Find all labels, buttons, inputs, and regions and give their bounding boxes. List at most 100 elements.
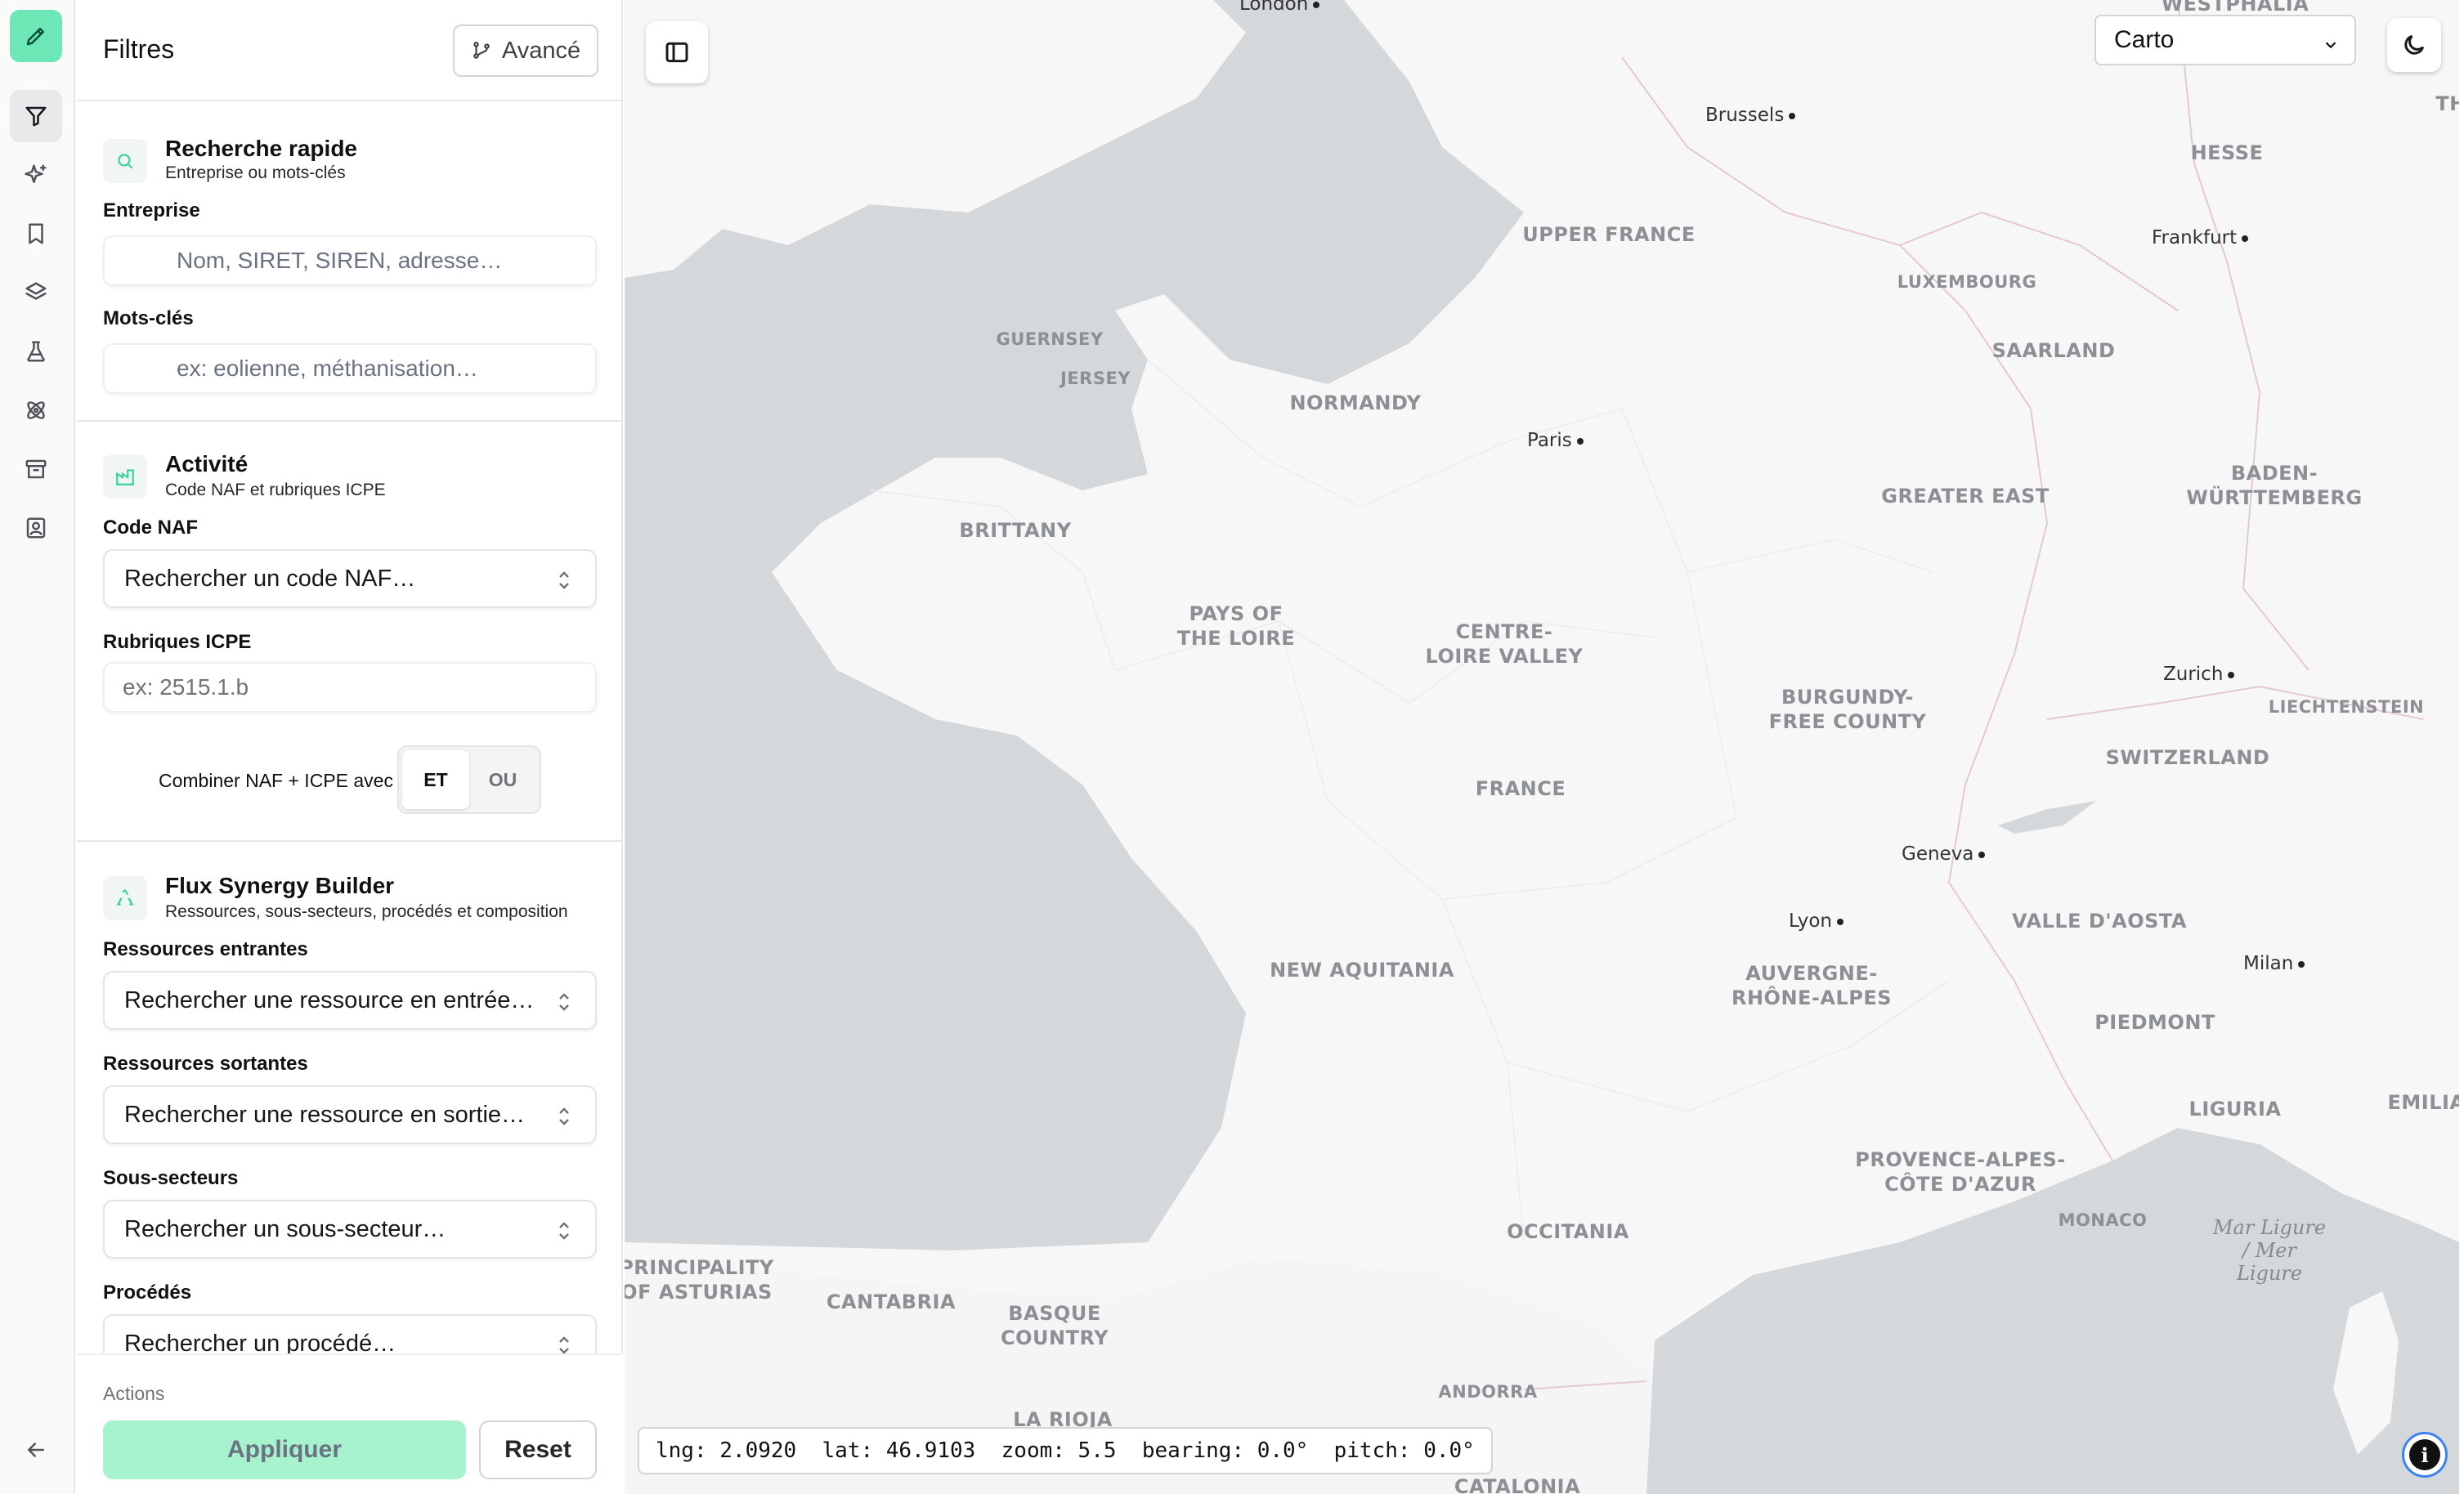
archive-icon[interactable] <box>10 443 62 495</box>
section-title: Flux Synergy Builder <box>165 873 395 898</box>
incoming-placeholder: Rechercher une ressource en entrée… <box>124 986 535 1013</box>
outgoing-combobox[interactable]: Rechercher une ressource en sortie… <box>103 1085 597 1144</box>
company-search-input[interactable] <box>103 235 597 286</box>
processes-placeholder: Rechercher un procédé… <box>124 1330 396 1354</box>
recycle-icon <box>103 876 147 920</box>
sidebar-icon <box>665 42 688 63</box>
reset-button[interactable]: Reset <box>479 1420 597 1479</box>
combine-label: Combiner NAF + ICPE avec <box>159 770 393 791</box>
map-style-value: Carto <box>2114 26 2175 53</box>
panel-title: Filtres <box>103 34 175 64</box>
region-label: NORMANDY <box>1289 391 1422 414</box>
combine-and-button[interactable]: ET <box>402 750 469 809</box>
filter-icon[interactable] <box>10 90 62 142</box>
filter-panel: Filtres Avancé Recherche rapide Entrepri… <box>77 0 623 1494</box>
city-name: Brussels <box>1705 105 1785 126</box>
flux-section: Flux Synergy Builder Ressources, sous-se… <box>77 842 623 1353</box>
moon-icon <box>2404 34 2425 55</box>
advanced-label: Avancé <box>501 37 581 64</box>
city-name: Zurich <box>2163 664 2224 685</box>
region-label: PIEDMONT <box>2094 1011 2215 1034</box>
keywords-label: Mots-clés <box>103 307 194 329</box>
city-dot <box>1576 437 1584 445</box>
chevrons-up-down-icon <box>556 1219 572 1242</box>
info-button[interactable]: i <box>2402 1432 2448 1478</box>
bookmark-icon[interactable] <box>10 208 62 260</box>
flask-icon[interactable] <box>10 325 62 378</box>
city-name: Lyon <box>1789 910 1832 932</box>
region-label: TH <box>2435 92 2459 115</box>
subsectors-placeholder: Rechercher un sous-secteur… <box>124 1215 446 1242</box>
keywords-input[interactable] <box>103 343 597 394</box>
actions-label: Actions <box>103 1383 165 1404</box>
region-label: JERSEY <box>1060 369 1131 388</box>
chevrons-up-down-icon <box>556 991 572 1013</box>
chevrons-up-down-icon <box>556 569 572 592</box>
region-label: ANDORRA <box>1438 1382 1538 1402</box>
icpe-input[interactable] <box>103 662 597 713</box>
section-subtitle: Entreprise ou mots-clés <box>165 163 346 182</box>
advanced-button[interactable]: Avancé <box>453 25 598 77</box>
region-label: MONACO <box>2058 1210 2148 1230</box>
pencil-icon[interactable] <box>10 10 62 62</box>
region-label: LIGURIA <box>2188 1098 2282 1120</box>
icpe-label: Rubriques ICPE <box>103 631 252 653</box>
city-name: Geneva <box>1902 843 1974 865</box>
layers-icon[interactable] <box>10 266 62 319</box>
city-label: London <box>1239 0 1320 15</box>
city-label: Lyon <box>1789 910 1844 932</box>
theme-toggle-button[interactable] <box>2387 18 2441 72</box>
combine-or-button[interactable]: OU <box>469 750 536 809</box>
region-label: SAARLAND <box>1991 339 2116 362</box>
region-label: HESSE <box>2190 141 2264 164</box>
chevrons-up-down-icon <box>556 1105 572 1128</box>
map-canvas[interactable]: WESTPHALIA HESSE UPPER FRANCE LUXEMBOURG… <box>625 0 2459 1494</box>
region-label: LUXEMBOURG <box>1897 272 2037 292</box>
quick-search-section: Recherche rapide Entreprise ou mots-clés… <box>77 103 623 422</box>
region-label: BASQUE COUNTRY <box>1000 1302 1109 1349</box>
section-title: Activité <box>165 451 249 476</box>
apply-button[interactable]: Appliquer <box>103 1420 466 1479</box>
arrow-left-icon[interactable] <box>10 1424 62 1476</box>
icon-rail <box>0 0 75 1494</box>
naf-label: Code NAF <box>103 517 198 539</box>
city-dot <box>2242 235 2249 242</box>
region-label: PAYS OF THE LOIRE <box>1176 602 1296 650</box>
city-dot <box>1836 918 1844 925</box>
region-label: FRANCE <box>1475 777 1566 800</box>
atom-icon[interactable] <box>10 384 62 436</box>
city-name: Paris <box>1527 430 1572 451</box>
filter-scroll-area[interactable]: Recherche rapide Entreprise ou mots-clés… <box>77 103 623 1353</box>
region-label: AUVERGNE- RHÔNE-ALPES <box>1731 962 1893 1009</box>
region-label: NEW AQUITANIA <box>1270 959 1454 982</box>
sea-label: Mar Ligure / Mer Ligure <box>2212 1216 2327 1285</box>
section-subtitle: Ressources, sous-secteurs, procédés et c… <box>165 902 568 921</box>
city-label: Geneva <box>1902 843 1986 865</box>
region-label: GUERNSEY <box>996 329 1104 349</box>
naf-combobox[interactable]: Rechercher un code NAF… <box>103 549 597 608</box>
sparkles-icon[interactable] <box>10 149 62 201</box>
processes-combobox[interactable]: Rechercher un procédé… <box>103 1314 597 1353</box>
company-label: Entreprise <box>103 199 200 221</box>
city-label: Frankfurt <box>2152 227 2249 248</box>
activity-section: Activité Code NAF et rubriques ICPE Code… <box>77 422 623 842</box>
subsectors-combobox[interactable]: Rechercher un sous-secteur… <box>103 1200 597 1259</box>
incoming-combobox[interactable]: Rechercher une ressource en entrée… <box>103 971 597 1030</box>
combine-toggle: ET OU <box>397 745 541 814</box>
sidebar-toggle-button[interactable] <box>646 21 708 83</box>
region-label: GREATER EAST <box>1881 485 2050 508</box>
city-label: Zurich <box>2163 664 2235 685</box>
region-label: PROVENCE-ALPES- CÔTE D'AZUR <box>1855 1148 2066 1196</box>
city-dot <box>2228 671 2235 678</box>
region-label: BADEN- WÜRTTEMBERG <box>2186 462 2363 509</box>
incoming-label: Ressources entrantes <box>103 938 308 960</box>
region-label: CENTRE- LOIRE VALLEY <box>1425 620 1584 668</box>
city-dot <box>2298 960 2305 968</box>
city-label: Milan <box>2243 953 2305 974</box>
section-title: Recherche rapide <box>165 136 357 161</box>
info-icon: i <box>2409 1439 2440 1470</box>
contact-icon[interactable] <box>10 502 62 554</box>
region-label: CANTABRIA <box>826 1290 956 1313</box>
map-style-select[interactable]: Carto <box>2094 15 2356 65</box>
city-label: Paris <box>1527 430 1584 451</box>
